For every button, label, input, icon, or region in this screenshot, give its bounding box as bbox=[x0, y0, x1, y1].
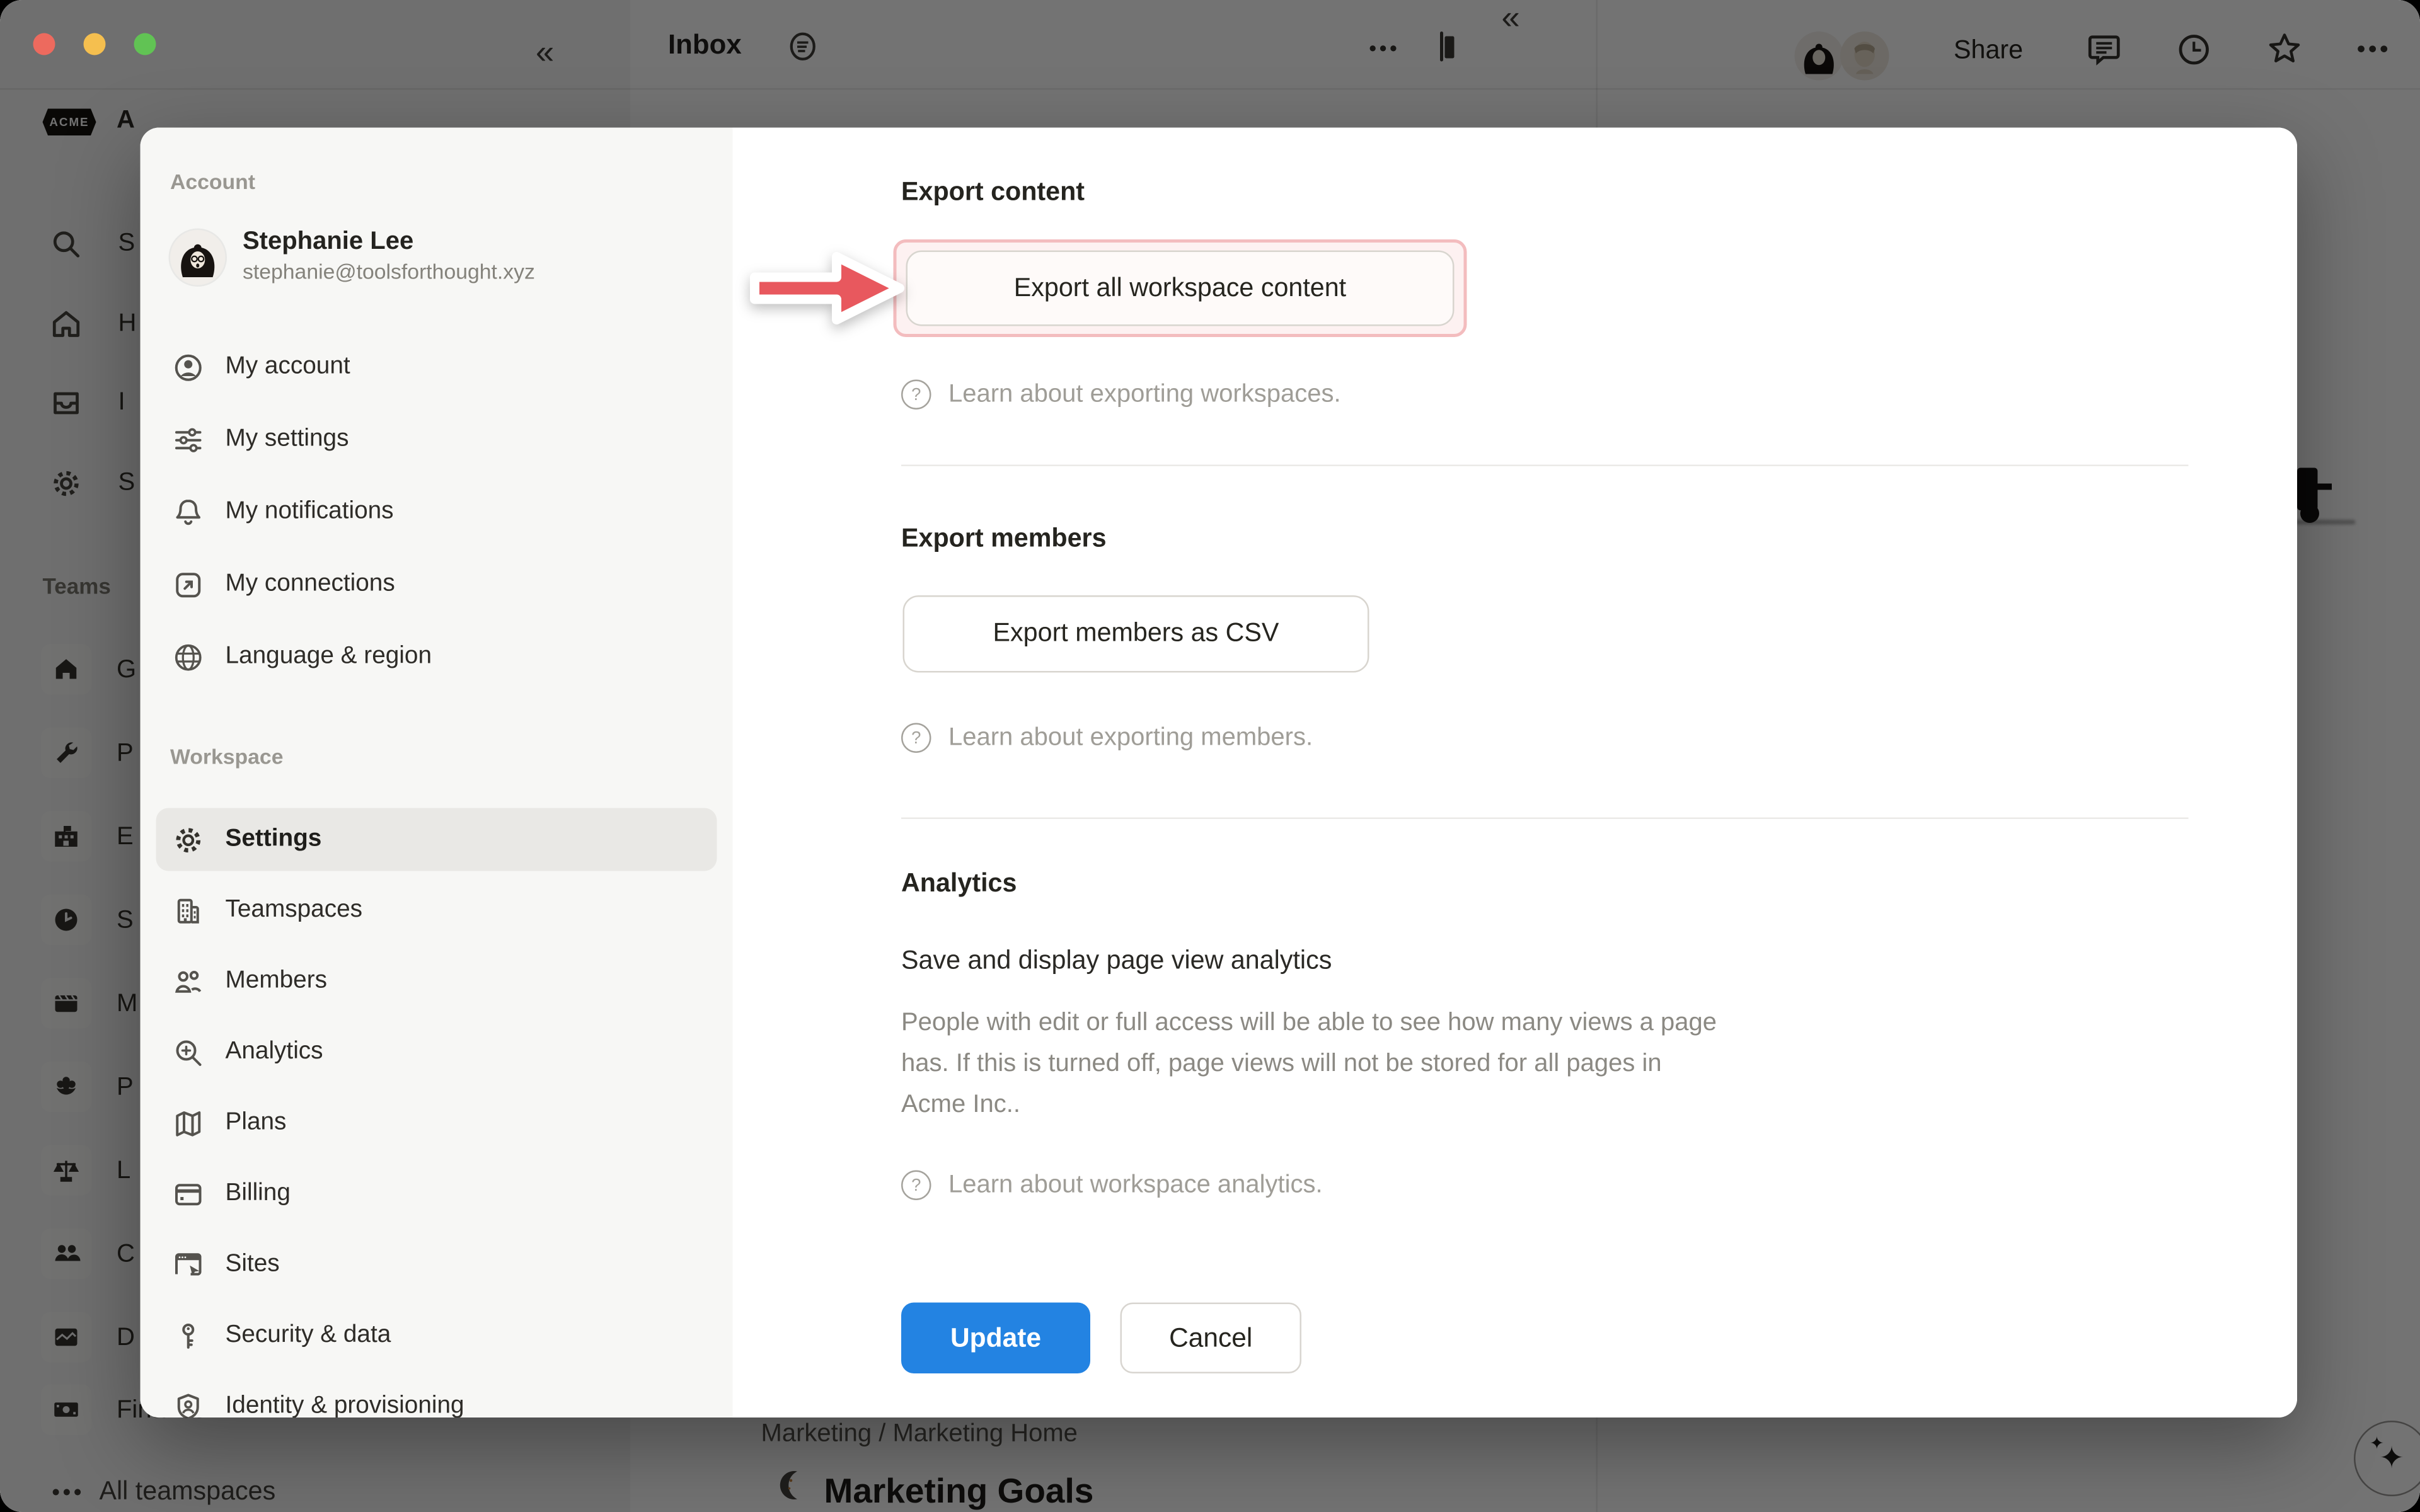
sidebar-item-settings[interactable]: Settings bbox=[156, 808, 717, 871]
section-divider bbox=[901, 465, 2189, 467]
user-name: Stephanie Lee bbox=[243, 227, 535, 258]
sidebar-item-teamspaces[interactable]: Teamspaces bbox=[156, 879, 717, 942]
cancel-button[interactable]: Cancel bbox=[1121, 1303, 1302, 1374]
export-members-heading: Export members bbox=[901, 525, 1107, 555]
settings-modal: Account Stephanie Lee stephanie@toolsfor… bbox=[141, 128, 2298, 1418]
sidebar-item-my-settings[interactable]: My settings bbox=[156, 408, 717, 471]
bell-icon bbox=[170, 495, 205, 529]
help-icon: ? bbox=[901, 1171, 931, 1201]
export-all-workspace-content-button[interactable]: Export all workspace content bbox=[906, 251, 1455, 326]
sidebar-item-my-account[interactable]: My account bbox=[156, 336, 717, 399]
analytics-heading: Analytics bbox=[901, 869, 1017, 900]
learn-exporting-workspaces-link[interactable]: ? Learn about exporting workspaces. bbox=[901, 380, 1341, 410]
sidebar-item-plans[interactable]: Plans bbox=[156, 1092, 717, 1155]
account-user[interactable]: Stephanie Lee stephanie@toolsforthought.… bbox=[170, 227, 535, 288]
export-content-heading: Export content bbox=[901, 178, 1085, 209]
section-divider bbox=[901, 818, 2189, 820]
notion-window: ACME A S H I S Teams G P bbox=[0, 0, 2420, 1512]
sidebar-item-identity-provisioning[interactable]: Identity & provisioning bbox=[156, 1375, 717, 1418]
credit-card-icon bbox=[170, 1177, 205, 1211]
workspace-section-header: Workspace bbox=[170, 745, 283, 769]
update-button[interactable]: Update bbox=[901, 1303, 1090, 1374]
id-badge-icon bbox=[170, 1389, 205, 1418]
settings-content: Export content Export all workspace cont… bbox=[733, 128, 2298, 1418]
window-close-button[interactable] bbox=[33, 33, 55, 55]
sidebar-item-language-region[interactable]: Language & region bbox=[156, 626, 717, 689]
annotation-arrow-icon bbox=[746, 241, 916, 336]
account-section-header: Account bbox=[170, 170, 255, 194]
sidebar-item-sites[interactable]: Sites bbox=[156, 1234, 717, 1297]
browser-cursor-icon bbox=[170, 1247, 205, 1282]
gear-icon bbox=[170, 822, 205, 857]
analytics-description: People with edit or full access will be … bbox=[901, 1004, 1988, 1126]
learn-exporting-members-link[interactable]: ? Learn about exporting members. bbox=[901, 723, 1313, 753]
building-icon bbox=[170, 893, 205, 928]
sidebar-item-security-data[interactable]: Security & data bbox=[156, 1304, 717, 1367]
map-icon bbox=[170, 1106, 205, 1140]
arrow-out-box-icon bbox=[170, 567, 205, 602]
person-circle-icon bbox=[170, 350, 205, 384]
learn-workspace-analytics-link[interactable]: ? Learn about workspace analytics. bbox=[901, 1171, 1323, 1201]
sidebar-item-billing[interactable]: Billing bbox=[156, 1162, 717, 1225]
export-members-csv-button[interactable]: Export members as CSV bbox=[903, 595, 1369, 673]
settings-sidebar: Account Stephanie Lee stephanie@toolsfor… bbox=[141, 128, 733, 1418]
page-view-analytics-setting-title: Save and display page view analytics bbox=[901, 947, 1332, 977]
help-icon: ? bbox=[901, 723, 931, 753]
magnifier-sparkle-icon bbox=[170, 1035, 205, 1070]
key-icon bbox=[170, 1319, 205, 1353]
help-icon: ? bbox=[901, 380, 931, 410]
sidebar-item-my-connections[interactable]: My connections bbox=[156, 553, 717, 616]
people-outline-icon bbox=[170, 964, 205, 999]
user-avatar bbox=[170, 230, 226, 285]
globe-icon bbox=[170, 639, 205, 674]
window-zoom-button[interactable] bbox=[134, 33, 156, 55]
sidebar-item-analytics[interactable]: Analytics bbox=[156, 1021, 717, 1084]
sidebar-item-my-notifications[interactable]: My notifications bbox=[156, 481, 717, 544]
window-minimize-button[interactable] bbox=[84, 33, 106, 55]
sidebar-item-members[interactable]: Members bbox=[156, 950, 717, 1013]
sliders-icon bbox=[170, 422, 205, 457]
user-email: stephanie@toolsforthought.xyz bbox=[243, 258, 535, 288]
